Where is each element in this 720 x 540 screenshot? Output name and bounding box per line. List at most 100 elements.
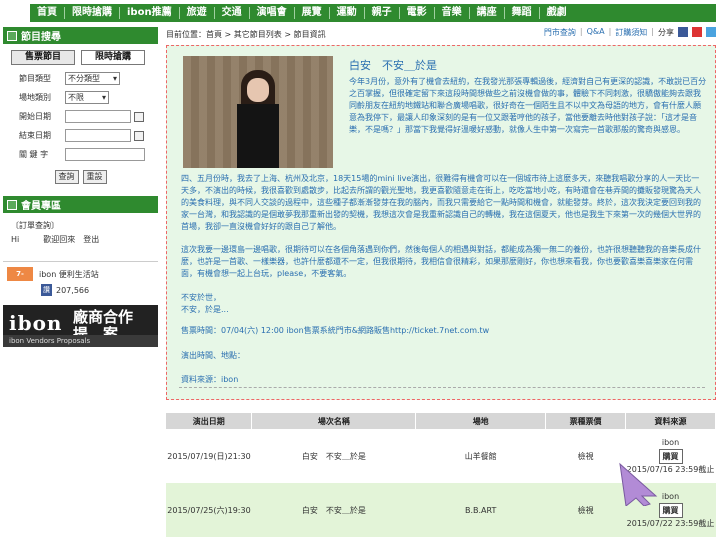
left-sidebar: 節目搜尋 售票節目 限時搶購 節目類型 不分類型 場地類別 不限 開始日期 結束…: [3, 27, 158, 347]
event-paragraph-2: 四、五月份時，我去了上海、杭州及北京，18天15場的mini live演出，很難…: [181, 174, 701, 231]
header-name: 場次名稱: [251, 413, 417, 429]
section-icon: [7, 199, 17, 210]
facebook-share-icon[interactable]: [678, 27, 688, 37]
event-line-1: 不安於世，: [181, 293, 221, 302]
member-section: 會員專區 〔訂單查詢〕 Hi 歡迎回來 登出: [3, 196, 158, 251]
breadcrumb: 目前位置：首頁 > 其它節目列表 > 節目資訊 門市查詢 | Q&A | 訂購須…: [166, 27, 716, 40]
buy-button[interactable]: 購買: [658, 502, 683, 518]
notice-link[interactable]: 訂購須知: [615, 27, 647, 38]
start-date-row: 開始日期: [3, 107, 158, 126]
nav-family[interactable]: 親子: [365, 7, 400, 19]
keyword-input[interactable]: [65, 148, 145, 161]
area-select[interactable]: 不限: [65, 91, 109, 104]
tab-flash-sale[interactable]: 限時搶購: [81, 50, 145, 65]
header-date: 演出日期: [166, 413, 253, 429]
nav-ibon-recommend[interactable]: ibon推薦: [120, 7, 180, 19]
member-section-title: 會員專區: [21, 201, 61, 212]
poster-face: [247, 78, 269, 102]
poster-body: [237, 104, 279, 168]
event-line-2: 不安，於是...: [181, 305, 229, 314]
section-icon: [7, 30, 17, 41]
welcome-text: Hi 歡迎回來 登出: [11, 235, 100, 244]
row-date: 2015/07/19(日)21:30: [166, 429, 252, 483]
share-label: 分享: [658, 28, 674, 37]
calendar-icon[interactable]: [134, 130, 144, 141]
end-date-label: 結束日期: [19, 131, 51, 140]
end-date-row: 結束日期: [3, 126, 158, 145]
search-tabs: 售票節目 限時搶購: [3, 44, 158, 69]
nav-sports[interactable]: 運動: [330, 7, 365, 19]
divider: |: [608, 27, 612, 36]
row-name: 白安 不安＿於是: [251, 429, 416, 483]
show-time: 演出時間、地點：: [181, 351, 245, 360]
source-info: 資料來源：ibon: [181, 374, 238, 385]
member-body: 〔訂單查詢〕 Hi 歡迎回來 登出: [3, 213, 158, 251]
nav-drama[interactable]: 戲劇: [540, 7, 574, 19]
nav-music[interactable]: 音樂: [435, 7, 470, 19]
row-venue: 山羊餐館: [415, 429, 546, 483]
nav-movie[interactable]: 電影: [400, 7, 435, 19]
top-navigation: 首頁 限時搶購 ibon推薦 旅遊 交通 演唱會 展覽 運動 親子 電影 音樂 …: [0, 0, 720, 26]
search-section-title: 節目搜尋: [21, 32, 61, 43]
header-source: 資料來源: [625, 413, 716, 429]
plurk-share-icon[interactable]: [692, 27, 702, 37]
ibon-life-title[interactable]: ibon 便利生活站: [39, 269, 99, 280]
event-paragraph-4: 不安於世， 不安，於是...: [181, 292, 707, 316]
ibon-life-station: 7-ELEVEN ibon 便利生活站 讚 207,566: [3, 261, 158, 301]
event-paragraph-1: 今年3月份，意外有了機會去紐約，在我發光那張專輯過後，經濟對自己有更深的認識，不…: [349, 77, 707, 134]
event-poster-image: [183, 56, 333, 168]
keyword-row: 關 鍵 字: [3, 145, 158, 164]
row-venue: B.B.ART: [415, 483, 546, 537]
type-label: 節目類型: [19, 74, 51, 83]
event-paragraph-3: 這次我要一邊環島一邊唱歌，很期待可以在各個角落遇到你們，然後每個人的相遇與對話，…: [181, 245, 701, 278]
source-label: 資料來源：: [181, 375, 221, 384]
facebook-like-button[interactable]: 讚: [41, 284, 52, 296]
nav-dance[interactable]: 舞蹈: [505, 7, 540, 19]
pointer-arrow-icon: [619, 462, 658, 506]
search-buttons: 查詢 重設: [3, 164, 158, 192]
nav-transport[interactable]: 交通: [215, 7, 250, 19]
sale-time: 售票時間：07/04(六) 12:00 ibon售票系統門市&網路販售http:…: [181, 326, 490, 335]
twitter-share-icon[interactable]: [706, 27, 716, 37]
facebook-like-count: 207,566: [56, 285, 90, 295]
source-value: ibon: [221, 375, 239, 384]
tab-tickets[interactable]: 售票節目: [11, 50, 75, 65]
reset-button[interactable]: 重設: [82, 170, 107, 184]
calendar-icon[interactable]: [134, 111, 144, 122]
order-query-link[interactable]: 〔訂單查詢〕: [11, 219, 152, 233]
type-row: 節目類型 不分類型: [3, 69, 158, 88]
area-label: 場地類別: [19, 93, 51, 102]
facebook-like-row: 讚 207,566: [41, 284, 154, 296]
nav-concert[interactable]: 演唱會: [250, 7, 295, 19]
store-query-link[interactable]: 門市查詢: [544, 27, 576, 38]
header-price: 票種票價: [545, 413, 627, 429]
nav-home[interactable]: 首頁: [30, 7, 65, 19]
nav-flash-sale[interactable]: 限時搶購: [65, 7, 120, 19]
qa-link[interactable]: Q&A: [587, 27, 605, 38]
deadline-text: 2015/07/22 23:59截止: [626, 518, 715, 528]
nav-lecture[interactable]: 講座: [470, 7, 505, 19]
search-button[interactable]: 查詢: [54, 170, 79, 184]
banner-title-line1: 廠商合作: [73, 308, 134, 326]
divider: |: [651, 27, 654, 36]
source-name: ibon: [661, 437, 680, 447]
header-venue: 場地: [415, 413, 547, 429]
keyword-label: 關 鍵 字: [19, 150, 49, 159]
top-links: 門市查詢 | Q&A | 訂購須知 | 分享: [544, 27, 716, 38]
event-detail-box: 白安 不安＿於是 今年3月份，意外有了機會去紐約，在我發光那張專輯過後，經濟對自…: [166, 45, 716, 400]
start-date-input[interactable]: [65, 110, 131, 123]
member-section-header: 會員專區: [3, 196, 158, 213]
search-section-header: 節目搜尋: [3, 27, 158, 44]
start-date-label: 開始日期: [19, 112, 51, 121]
nav-exhibition[interactable]: 展覽: [295, 7, 330, 19]
nav-travel[interactable]: 旅遊: [180, 7, 215, 19]
area-row: 場地類別 不限: [3, 88, 158, 107]
buy-button[interactable]: 購買: [658, 448, 683, 464]
top-nav-bar: 首頁 限時搶購 ibon推薦 旅遊 交通 演唱會 展覽 運動 親子 電影 音樂 …: [30, 4, 716, 22]
breadcrumb-text[interactable]: 目前位置：首頁 > 其它節目列表 > 節目資訊: [166, 29, 326, 40]
ibon-logo: ibon: [9, 311, 63, 335]
end-date-input[interactable]: [65, 129, 131, 142]
vendor-proposal-banner[interactable]: ibon 廠商合作 提 案 ibon Vendors Proposals: [3, 305, 158, 347]
banner-subtitle: ibon Vendors Proposals: [3, 335, 158, 347]
type-select[interactable]: 不分類型: [65, 72, 120, 85]
